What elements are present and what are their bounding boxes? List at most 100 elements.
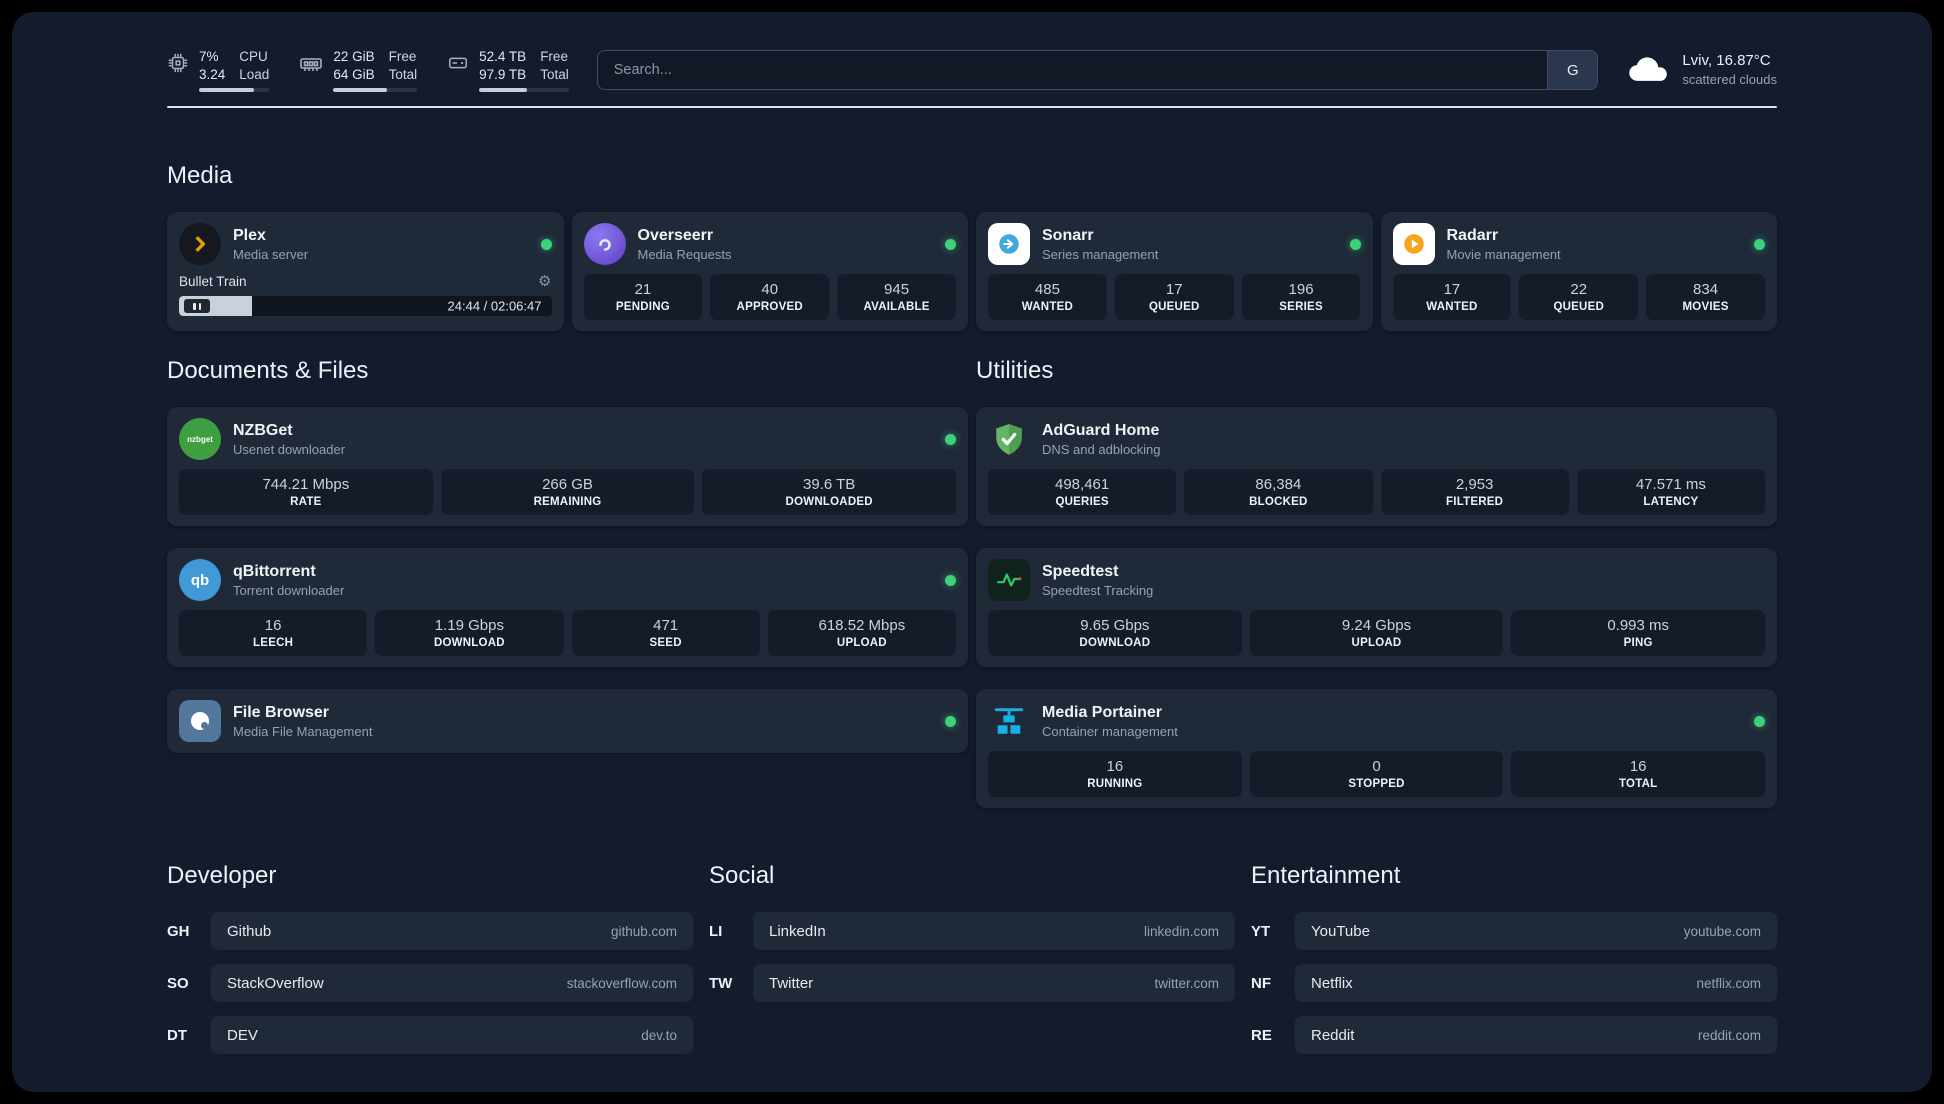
github-link[interactable]: Github github.com — [211, 912, 693, 951]
link-row-reddit: RE Reddit reddit.com — [1251, 1016, 1777, 1055]
qbittorrent-card[interactable]: qb qBittorrent Torrent downloader 16 LEE… — [167, 548, 968, 668]
stat-label: APPROVED — [736, 301, 803, 314]
app-subtitle: Media Requests — [637, 246, 732, 262]
cpu-icon — [167, 48, 189, 79]
stat-label: DOWNLOADED — [785, 496, 873, 509]
app-subtitle: Container management — [1042, 723, 1178, 739]
link-name: Netflix — [1311, 974, 1353, 992]
system-stats: 7% 3.24 CPU Load 22 GiB 64 GiB Free Tota… — [167, 48, 569, 93]
overseerr-card[interactable]: Overseerr Media Requests 21 PENDING 40 A… — [571, 212, 968, 332]
stat-tile: 2,953 FILTERED — [1380, 469, 1569, 516]
app-name: Radarr — [1446, 226, 1499, 244]
link-row-linkedin: LI LinkedIn linkedin.com — [709, 912, 1235, 951]
link-row-github: GH Github github.com — [167, 912, 693, 951]
stat-value: 2,953 — [1455, 476, 1494, 494]
cpu-label-top: CPU — [239, 49, 268, 64]
speedtest-card[interactable]: Speedtest Speedtest Tracking 9.65 Gbps D… — [976, 548, 1777, 668]
stat-tile: 945 AVAILABLE — [837, 274, 956, 321]
nzbget-icon: nzbget — [179, 418, 221, 461]
app-name: Media Portainer — [1042, 703, 1163, 721]
stat-value: 618.52 Mbps — [818, 617, 906, 635]
search-input[interactable] — [597, 51, 1548, 90]
link-row-twitter: TW Twitter twitter.com — [709, 964, 1235, 1003]
now-playing-title: Bullet Train — [179, 274, 247, 290]
stat-value: 471 — [653, 617, 679, 635]
netflix-link[interactable]: Netflix netflix.com — [1295, 964, 1777, 1003]
stat-value: 47.571 ms — [1635, 476, 1706, 494]
nzbget-card[interactable]: nzbget NZBGet Usenet downloader 744.21 M… — [167, 407, 968, 527]
twitter-link[interactable]: Twitter twitter.com — [753, 964, 1235, 1003]
memory-usage-bar — [333, 88, 418, 93]
stat-label: DOWNLOAD — [1079, 637, 1151, 650]
stat-label: RATE — [290, 496, 322, 509]
status-dot-online — [945, 574, 956, 586]
stat-tile: 22 QUEUED — [1519, 274, 1639, 321]
sonarr-card[interactable]: Sonarr Series management 485 WANTED 17 Q… — [976, 212, 1373, 332]
app-subtitle: Torrent downloader — [233, 582, 345, 598]
section-title-documents: Documents & Files — [167, 357, 369, 385]
dev-link[interactable]: DEV dev.to — [211, 1016, 693, 1055]
search-engine-button[interactable]: G — [1547, 51, 1598, 90]
stat-label: RUNNING — [1087, 778, 1143, 791]
link-domain: stackoverflow.com — [566, 975, 677, 991]
status-dot-online — [1349, 238, 1361, 250]
disk-label-top: Free — [540, 49, 568, 64]
stackoverflow-link[interactable]: StackOverflow stackoverflow.com — [211, 964, 693, 1003]
section-entertainment: Entertainment YT YouTube youtube.com NF … — [1251, 862, 1777, 1055]
overseerr-icon — [583, 223, 626, 266]
radarr-card[interactable]: Radarr Movie management 17 WANTED 22 QUE… — [1380, 212, 1777, 332]
reddit-icon: RE — [1251, 1026, 1272, 1044]
netflix-icon: NF — [1251, 974, 1271, 992]
app-name: Speedtest — [1042, 562, 1119, 580]
link-domain: netflix.com — [1696, 975, 1761, 991]
stat-value: 21 — [634, 281, 652, 299]
stat-label: SEED — [649, 637, 682, 650]
gear-icon[interactable]: ⚙ — [538, 274, 551, 289]
section-developer: Developer GH Github github.com SO StackO… — [167, 862, 693, 1055]
reddit-link[interactable]: Reddit reddit.com — [1295, 1016, 1777, 1055]
stat-label: STOPPED — [1348, 778, 1405, 791]
filebrowser-card[interactable]: File Browser Media File Management — [167, 689, 968, 754]
playback-time: 24:44 / 02:06:47 — [447, 298, 542, 314]
nzbget-icon-text: nzbget — [187, 434, 213, 444]
cpu-label-bottom: Load — [239, 66, 270, 82]
youtube-link[interactable]: YouTube youtube.com — [1295, 912, 1777, 951]
status-dot-online — [1754, 715, 1765, 727]
link-domain: dev.to — [641, 1027, 677, 1043]
adguard-card[interactable]: AdGuard Home DNS and adblocking 498,461 … — [976, 407, 1777, 527]
app-name: Plex — [233, 226, 266, 244]
disk-total-value: 97.9 TB — [479, 66, 527, 82]
stat-tile: 21 PENDING — [583, 274, 703, 321]
disk-label-bottom: Total — [540, 66, 569, 82]
link-domain: youtube.com — [1683, 923, 1761, 939]
linkedin-link[interactable]: LinkedIn linkedin.com — [753, 912, 1235, 951]
section-media: Media Plex Media server Bullet Train ⚙ 2… — [167, 162, 1777, 332]
filebrowser-icon — [179, 700, 221, 743]
portainer-card[interactable]: Media Portainer Container management 16 … — [976, 689, 1777, 809]
status-dot-online — [540, 238, 552, 250]
stat-label: LEECH — [253, 637, 294, 650]
stat-tile: 17 WANTED — [1392, 274, 1512, 321]
dashboard-screen: 7% 3.24 CPU Load 22 GiB 64 GiB Free Tota… — [12, 12, 1932, 1092]
stat-tile: 618.52 Mbps UPLOAD — [767, 610, 956, 657]
stat-label: WANTED — [1021, 301, 1074, 314]
qbittorrent-icon: qb — [179, 559, 221, 602]
app-name: Sonarr — [1042, 226, 1094, 244]
link-domain: twitter.com — [1154, 975, 1219, 991]
link-row-netflix: NF Netflix netflix.com — [1251, 964, 1777, 1003]
stat-value: 945 — [884, 281, 910, 299]
stat-tile: 16 TOTAL — [1511, 751, 1766, 798]
stat-value: 498,461 — [1055, 476, 1110, 494]
stat-value: 39.6 TB — [803, 476, 856, 494]
pause-button[interactable] — [184, 299, 210, 314]
link-name: Reddit — [1311, 1026, 1355, 1044]
stat-value: 0 — [1372, 758, 1381, 776]
plex-card[interactable]: Plex Media server Bullet Train ⚙ 24:44 /… — [167, 212, 564, 332]
app-name: qBittorrent — [233, 562, 316, 580]
stat-tile: 471 SEED — [571, 610, 760, 657]
stat-value: 485 — [1034, 281, 1060, 299]
link-row-stackoverflow: SO StackOverflow stackoverflow.com — [167, 964, 693, 1003]
link-name: Github — [227, 922, 272, 940]
disk-free-value: 52.4 TB — [479, 49, 527, 64]
section-social: Social LI LinkedIn linkedin.com TW Twitt… — [709, 862, 1235, 1054]
